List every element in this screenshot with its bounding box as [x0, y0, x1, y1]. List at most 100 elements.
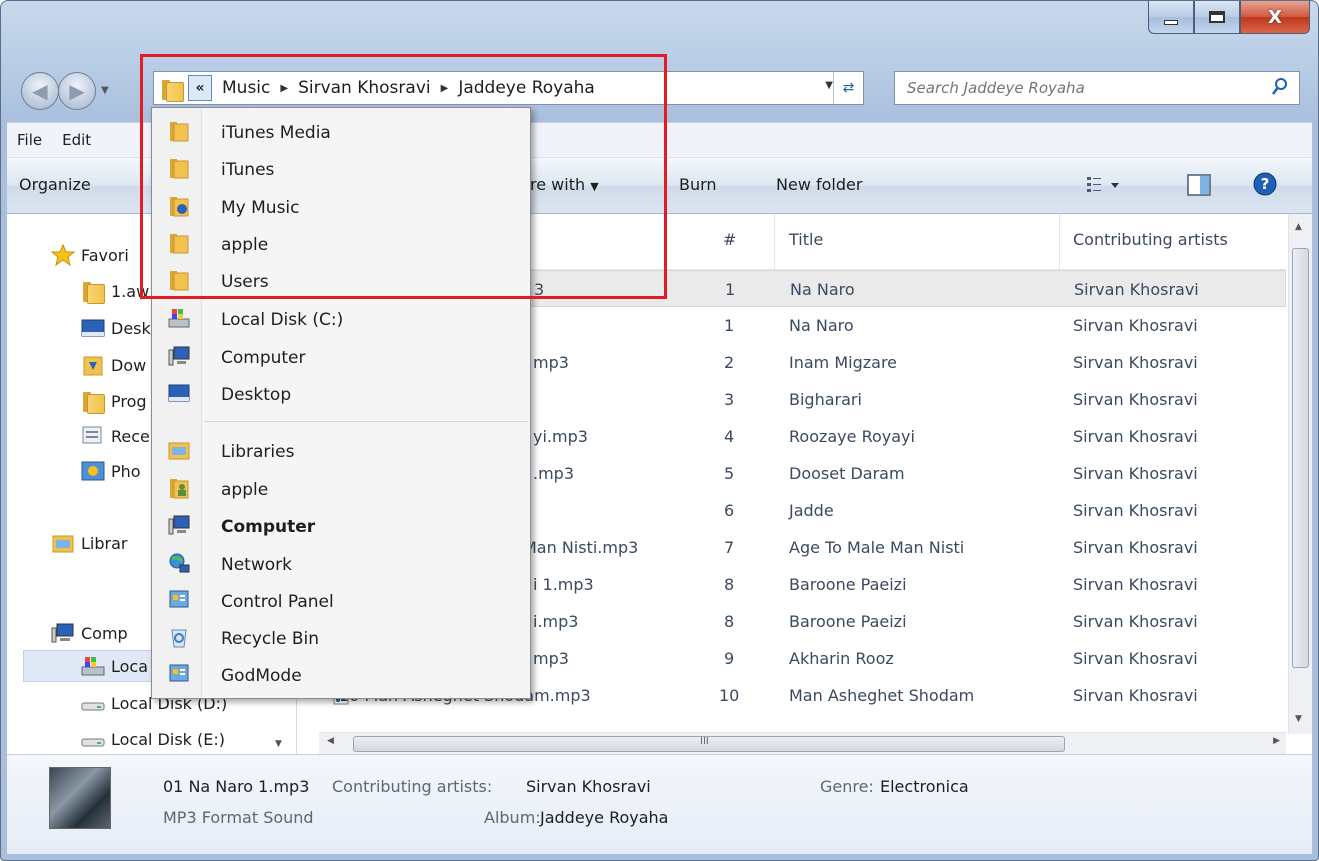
libraries-icon — [52, 535, 74, 553]
vertical-scrollbar[interactable]: ▲ ▼ — [1288, 214, 1312, 734]
chevron-down-icon: ▼ — [590, 180, 599, 193]
help-button[interactable]: ? — [1253, 172, 1277, 200]
views-button[interactable] — [1087, 176, 1127, 198]
navpane-item[interactable]: 1.aw — [81, 280, 149, 304]
new-folder-button[interactable]: New folder — [776, 175, 862, 194]
breadcrumb-separator-icon[interactable]: ▶ — [441, 83, 449, 94]
menu-item-control-panel[interactable]: Control Panel — [152, 583, 530, 621]
maximize-button[interactable] — [1194, 1, 1240, 34]
file-title: Inam Migzare — [789, 353, 898, 372]
recent-pages-dropdown[interactable]: ▼ — [101, 85, 109, 96]
file-name: Man Nisti.mp3 — [523, 538, 639, 557]
file-artist: Sirvan Khosravi — [1073, 427, 1198, 446]
photos-icon — [81, 461, 105, 481]
menu-item-users[interactable]: Users — [152, 263, 530, 301]
folder-icon — [81, 280, 105, 304]
file-name: i.mp3 — [533, 612, 579, 631]
file-artist: Sirvan Khosravi — [1073, 575, 1198, 594]
menu-item-apple[interactable]: apple — [152, 471, 530, 509]
menu-item-network[interactable]: Network — [152, 546, 530, 584]
forward-button[interactable]: ▶ — [58, 72, 96, 110]
navpane-item[interactable]: Desk — [81, 317, 151, 339]
scroll-right-icon[interactable]: ▶ — [1273, 736, 1280, 746]
horizontal-scroll-thumb[interactable]: III — [353, 736, 1065, 752]
menu-item-desktop[interactable]: Desktop — [152, 376, 530, 414]
details-pane: 01 Na Naro 1.mp3 MP3 Format Sound Contri… — [7, 754, 1312, 854]
preview-pane-button[interactable] — [1187, 174, 1211, 200]
computer-icon — [51, 623, 74, 643]
music-folder-icon — [168, 195, 190, 217]
address-overflow-chevron[interactable]: « — [188, 75, 212, 101]
file-title: Age To Male Man Nisti — [789, 538, 965, 557]
scroll-up-icon[interactable]: ▲ — [1295, 222, 1302, 232]
breadcrumb: Music ▶ Sirvan Khosravi ▶ Jaddeye Royaha — [222, 78, 595, 98]
navpane-libraries[interactable]: Librar — [51, 532, 127, 554]
menu-item-computer[interactable]: Computer — [152, 339, 530, 377]
search-box[interactable] — [894, 71, 1300, 105]
burn-button[interactable]: Burn — [679, 175, 717, 194]
file-name: mp3 — [533, 649, 569, 668]
organize-button[interactable]: Organize — [19, 175, 91, 194]
menu-item-local-disk-c[interactable]: Local Disk (C:) — [152, 301, 530, 339]
svg-text:?: ? — [1261, 175, 1270, 193]
vertical-scroll-thumb[interactable] — [1292, 248, 1309, 668]
navpane-favorites[interactable]: Favori — [51, 244, 129, 266]
close-button[interactable]: X — [1240, 1, 1310, 34]
navpane-item[interactable]: Prog — [81, 390, 147, 414]
file-title: Roozaye Royayi — [789, 427, 915, 446]
column-number[interactable]: # — [723, 230, 736, 249]
file-track-number: 5 — [724, 464, 735, 483]
menu-item-libraries[interactable]: Libraries — [152, 433, 530, 471]
column-contributing-artists[interactable]: Contributing artists — [1073, 230, 1228, 249]
column-separator[interactable] — [1059, 214, 1060, 270]
navpane-scroll-down-icon[interactable]: ▼ — [275, 739, 282, 749]
menu-item-godmode[interactable]: GodMode — [152, 657, 530, 695]
column-separator[interactable] — [774, 214, 775, 270]
address-bar[interactable]: « Music ▶ Sirvan Khosravi ▶ Jaddeye Roya… — [153, 71, 864, 105]
menu-item-my-music[interactable]: My Music — [152, 189, 530, 227]
scroll-left-icon[interactable]: ◀ — [327, 736, 334, 746]
details-artists-value[interactable]: Sirvan Khosravi — [526, 777, 651, 796]
details-genre-label: Genre: — [820, 777, 874, 796]
menu-edit[interactable]: Edit — [52, 131, 101, 149]
file-artist: Sirvan Khosravi — [1073, 390, 1198, 409]
scroll-grip-icon: III — [700, 736, 709, 747]
scroll-down-icon[interactable]: ▼ — [1295, 714, 1302, 724]
address-history-dropdown[interactable]: ▼ — [825, 80, 833, 91]
file-track-number: 8 — [724, 575, 735, 594]
menu-item-itunes[interactable]: iTunes — [152, 151, 530, 189]
refresh-button[interactable]: ⇄ — [833, 72, 863, 104]
downloads-icon — [83, 356, 103, 376]
breadcrumb-item-artist[interactable]: Sirvan Khosravi — [298, 78, 431, 98]
breadcrumb-item-music[interactable]: Music — [222, 78, 270, 98]
navpane-item[interactable]: Dow — [81, 354, 146, 376]
navpane-local-disk-c[interactable]: Loca — [81, 655, 148, 677]
preview-pane-icon — [1187, 174, 1211, 196]
navpane-computer[interactable]: Comp — [51, 622, 128, 644]
menu-item-apple[interactable]: apple — [152, 226, 530, 264]
file-track-number: 8 — [724, 612, 735, 631]
menu-file[interactable]: File — [7, 131, 52, 149]
search-icon[interactable] — [1271, 77, 1289, 97]
navpane-item[interactable]: Rece — [81, 425, 150, 447]
star-icon — [51, 244, 75, 266]
navpane-item[interactable]: Pho — [81, 460, 141, 482]
file-track-number: 4 — [724, 427, 735, 446]
search-input[interactable] — [907, 73, 1267, 103]
details-album-value[interactable]: Jaddeye Royaha — [540, 808, 668, 827]
file-title: Na Naro — [789, 316, 854, 335]
navpane-local-disk-e[interactable]: Local Disk (E:) — [81, 728, 225, 750]
menu-item-itunes-media[interactable]: iTunes Media — [152, 114, 530, 152]
breadcrumb-separator-icon[interactable]: ▶ — [280, 83, 288, 94]
breadcrumb-item-album[interactable]: Jaddeye Royaha — [458, 78, 595, 98]
minimize-button[interactable] — [1148, 1, 1194, 34]
horizontal-scrollbar[interactable]: ◀ III ▶ — [319, 732, 1286, 754]
share-with-button[interactable]: re with ▼ — [530, 175, 599, 194]
menu-item-recycle-bin[interactable]: Recycle Bin — [152, 620, 530, 658]
menu-item-computer[interactable]: Computer — [152, 508, 530, 546]
column-title[interactable]: Title — [789, 230, 823, 249]
details-genre-value[interactable]: Electronica — [880, 777, 969, 796]
back-button[interactable]: ◀ — [21, 72, 59, 110]
navpane-label: Comp — [81, 623, 128, 643]
file-artist: Sirvan Khosravi — [1074, 280, 1199, 299]
